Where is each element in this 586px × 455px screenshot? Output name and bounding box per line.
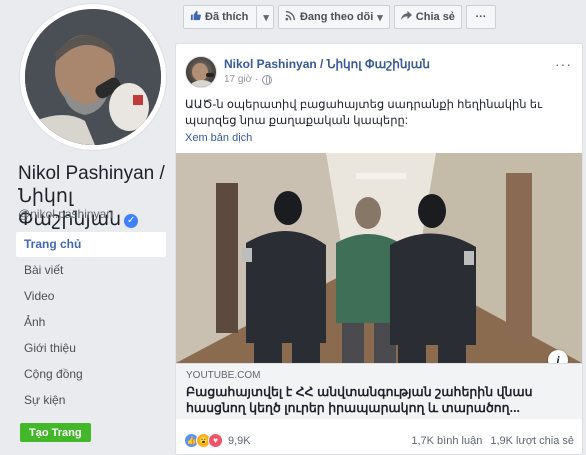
see-translation-link[interactable]: Xem bản dịch	[185, 132, 252, 144]
share-arrow-icon	[400, 10, 412, 24]
love-reaction-icon: ♥	[208, 433, 223, 448]
chevron-down-icon: ▾	[377, 11, 383, 24]
rss-follow-icon	[285, 10, 296, 24]
nav-item-videos[interactable]: Video	[16, 284, 166, 309]
nav-item-photos[interactable]: Ảnh	[16, 310, 166, 335]
liked-label: Đã thích	[205, 11, 249, 23]
verified-badge-icon: ✓	[124, 214, 139, 228]
share-count[interactable]: 1,9K lượt chia sẻ	[490, 435, 574, 447]
page-action-bar: Đã thích ▾ Đang theo dõi ▾ Chia sẻ ···	[183, 5, 496, 31]
link-preview-image[interactable]: i	[176, 153, 582, 363]
nav-item-posts[interactable]: Bài viết	[16, 258, 166, 283]
profile-picture[interactable]	[20, 4, 166, 150]
nav-item-about[interactable]: Giới thiệu	[16, 336, 166, 361]
reactions-summary[interactable]: 👍 😮 ♥ 9,9K	[184, 433, 251, 448]
nav-item-community[interactable]: Cộng đồng	[16, 362, 166, 387]
post-author-avatar[interactable]	[185, 56, 217, 88]
page-nav: Trang chủ Bài viết Video Ảnh Giới thiệu …	[16, 232, 166, 414]
post-author-name[interactable]: Nikol Pashinyan / Նիկոլ Փաշինյան	[224, 57, 430, 71]
chevron-down-icon[interactable]: ▾	[263, 11, 269, 24]
nav-item-events[interactable]: Sự kiện	[16, 388, 166, 413]
share-label: Chia sẻ	[415, 11, 455, 23]
liked-button[interactable]: Đã thích ▾	[183, 5, 274, 29]
post-options-icon[interactable]: ···	[555, 56, 572, 72]
create-page-button[interactable]: Tạo Trang	[20, 423, 91, 442]
post-timestamp[interactable]: 17 giờ ·	[224, 74, 258, 85]
nav-item-home[interactable]: Trang chủ	[16, 232, 166, 257]
post-meta: 17 giờ ·	[224, 74, 273, 85]
globe-icon	[262, 74, 273, 85]
link-source: YOUTUBE.COM	[186, 370, 261, 381]
comment-count[interactable]: 1,7K bình luận	[411, 435, 482, 447]
post-text: ԱԱԾ-ն օպերատիվ բացահայտեց սադրանքի հեղին…	[185, 99, 543, 127]
post-card: Nikol Pashinyan / Նիկոլ Փաշինյան 17 giờ …	[175, 43, 583, 455]
reaction-count: 9,9K	[228, 434, 251, 447]
info-icon[interactable]: i	[548, 350, 568, 363]
following-label: Đang theo dõi	[299, 11, 374, 23]
thumbs-up-icon	[190, 10, 201, 24]
share-button[interactable]: Chia sẻ	[393, 5, 462, 29]
link-title: Բացահայտվել է ՀՀ անվտանգության շահերին վ…	[186, 385, 533, 415]
more-options-button[interactable]: ···	[465, 5, 496, 29]
avatar	[25, 9, 161, 145]
left-column: Nikol Pashinyan / Նիկոլ Փաշինյան ✓ @nikol…	[0, 0, 176, 455]
page-handle[interactable]: @nikol.pashinyan	[18, 207, 113, 221]
following-button[interactable]: Đang theo dõi ▾	[277, 5, 390, 29]
link-preview[interactable]: YOUTUBE.COM Բացահայտվել է ՀՀ անվտանգությ…	[176, 363, 582, 419]
divider	[256, 6, 258, 28]
post-stats: 1,7K bình luận 1,9K lượt chia sẻ	[411, 435, 574, 447]
